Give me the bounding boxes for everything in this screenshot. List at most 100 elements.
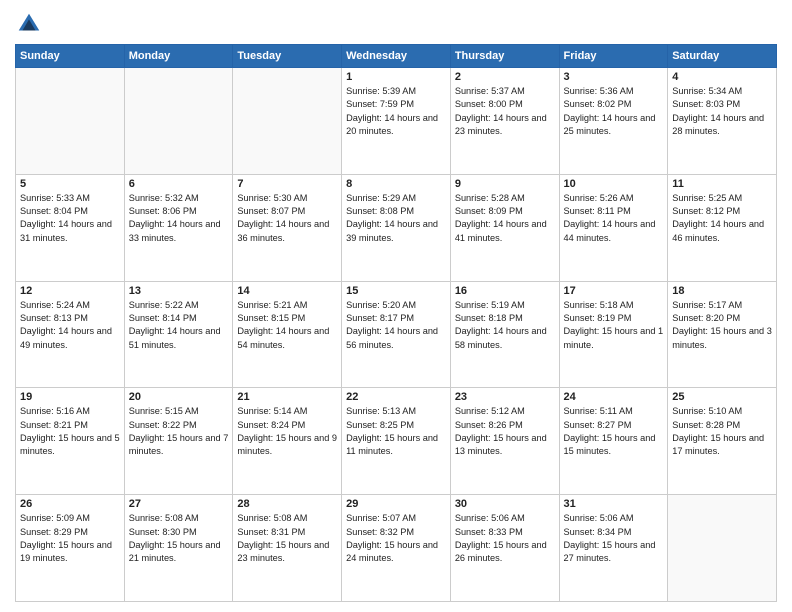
day-cell: 25 Sunrise: 5:10 AMSunset: 8:28 PMDayligh… [668,388,777,495]
day-cell: 18 Sunrise: 5:17 AMSunset: 8:20 PMDayligh… [668,281,777,388]
day-number: 21 [237,391,337,403]
day-info: Sunrise: 5:28 AMSunset: 8:09 PMDaylight:… [455,192,555,245]
day-number: 13 [129,285,229,297]
col-header-thursday: Thursday [450,45,559,68]
day-info: Sunrise: 5:06 AMSunset: 8:33 PMDaylight:… [455,512,555,565]
day-cell: 15Sunrise: 5:20 AMSunset: 8:17 PMDayligh… [342,281,451,388]
day-number: 6 [129,178,229,190]
day-number: 31 [564,498,664,510]
day-info: Sunrise: 5:34 AMSunset: 8:03 PMDaylight:… [672,85,772,138]
day-cell: 22Sunrise: 5:13 AMSunset: 8:25 PMDayligh… [342,388,451,495]
day-cell: 19Sunrise: 5:16 AMSunset: 8:21 PMDayligh… [16,388,125,495]
day-info: Sunrise: 5:21 AMSunset: 8:15 PMDaylight:… [237,299,337,352]
day-cell: 9 Sunrise: 5:28 AMSunset: 8:09 PMDaylight… [450,174,559,281]
day-info: Sunrise: 5:15 AMSunset: 8:22 PMDaylight:… [129,405,229,458]
col-header-wednesday: Wednesday [342,45,451,68]
day-number: 9 [455,178,555,190]
day-info: Sunrise: 5:32 AMSunset: 8:06 PMDaylight:… [129,192,229,245]
page: SundayMondayTuesdayWednesdayThursdayFrid… [0,0,792,612]
day-cell [124,68,233,175]
day-info: Sunrise: 5:20 AMSunset: 8:17 PMDaylight:… [346,299,446,352]
day-cell: 14 Sunrise: 5:21 AMSunset: 8:15 PMDayligh… [233,281,342,388]
week-row-1: 1 Sunrise: 5:39 AMSunset: 7:59 PMDaylight… [16,68,777,175]
day-cell: 4 Sunrise: 5:34 AMSunset: 8:03 PMDaylight… [668,68,777,175]
day-info: Sunrise: 5:17 AMSunset: 8:20 PMDaylight:… [672,299,772,352]
day-info: Sunrise: 5:13 AMSunset: 8:25 PMDaylight:… [346,405,446,458]
day-number: 1 [346,71,446,83]
day-cell: 7 Sunrise: 5:30 AMSunset: 8:07 PMDaylight… [233,174,342,281]
day-cell: 12 Sunrise: 5:24 AMSunset: 8:13 PMDayligh… [16,281,125,388]
day-info: Sunrise: 5:07 AMSunset: 8:32 PMDaylight:… [346,512,446,565]
day-number: 12 [20,285,120,297]
day-number: 29 [346,498,446,510]
day-number: 14 [237,285,337,297]
day-cell: 20 Sunrise: 5:15 AMSunset: 8:22 PMDayligh… [124,388,233,495]
day-cell: 5 Sunrise: 5:33 AMSunset: 8:04 PMDaylight… [16,174,125,281]
day-info: Sunrise: 5:14 AMSunset: 8:24 PMDaylight:… [237,405,337,458]
day-cell: 11 Sunrise: 5:25 AMSunset: 8:12 PMDayligh… [668,174,777,281]
day-cell: 30Sunrise: 5:06 AMSunset: 8:33 PMDayligh… [450,495,559,602]
day-info: Sunrise: 5:29 AMSunset: 8:08 PMDaylight:… [346,192,446,245]
day-cell: 2Sunrise: 5:37 AMSunset: 8:00 PMDaylight… [450,68,559,175]
day-number: 8 [346,178,446,190]
day-cell: 29 Sunrise: 5:07 AMSunset: 8:32 PMDayligh… [342,495,451,602]
day-number: 27 [129,498,229,510]
week-row-4: 19Sunrise: 5:16 AMSunset: 8:21 PMDayligh… [16,388,777,495]
day-number: 17 [564,285,664,297]
day-number: 25 [672,391,772,403]
col-header-friday: Friday [559,45,668,68]
col-header-tuesday: Tuesday [233,45,342,68]
calendar-header: SundayMondayTuesdayWednesdayThursdayFrid… [16,45,777,68]
day-number: 11 [672,178,772,190]
logo-icon [15,10,43,38]
day-cell: 16Sunrise: 5:19 AMSunset: 8:18 PMDayligh… [450,281,559,388]
calendar-table: SundayMondayTuesdayWednesdayThursdayFrid… [15,44,777,602]
day-cell: 8 Sunrise: 5:29 AMSunset: 8:08 PMDaylight… [342,174,451,281]
day-number: 7 [237,178,337,190]
week-row-2: 5 Sunrise: 5:33 AMSunset: 8:04 PMDaylight… [16,174,777,281]
day-cell: 13Sunrise: 5:22 AMSunset: 8:14 PMDayligh… [124,281,233,388]
day-cell [16,68,125,175]
week-row-3: 12 Sunrise: 5:24 AMSunset: 8:13 PMDayligh… [16,281,777,388]
day-cell: 23Sunrise: 5:12 AMSunset: 8:26 PMDayligh… [450,388,559,495]
week-row-5: 26Sunrise: 5:09 AMSunset: 8:29 PMDayligh… [16,495,777,602]
day-info: Sunrise: 5:37 AMSunset: 8:00 PMDaylight:… [455,85,555,138]
day-cell: 3Sunrise: 5:36 AMSunset: 8:02 PMDaylight… [559,68,668,175]
day-number: 18 [672,285,772,297]
header-row: SundayMondayTuesdayWednesdayThursdayFrid… [16,45,777,68]
day-info: Sunrise: 5:26 AMSunset: 8:11 PMDaylight:… [564,192,664,245]
day-info: Sunrise: 5:09 AMSunset: 8:29 PMDaylight:… [20,512,120,565]
col-header-sunday: Sunday [16,45,125,68]
day-number: 4 [672,71,772,83]
day-cell: 10 Sunrise: 5:26 AMSunset: 8:11 PMDayligh… [559,174,668,281]
day-cell: 27 Sunrise: 5:08 AMSunset: 8:30 PMDayligh… [124,495,233,602]
day-info: Sunrise: 5:08 AMSunset: 8:31 PMDaylight:… [237,512,337,565]
day-info: Sunrise: 5:11 AMSunset: 8:27 PMDaylight:… [564,405,664,458]
day-info: Sunrise: 5:25 AMSunset: 8:12 PMDaylight:… [672,192,772,245]
day-info: Sunrise: 5:10 AMSunset: 8:28 PMDaylight:… [672,405,772,458]
day-info: Sunrise: 5:16 AMSunset: 8:21 PMDaylight:… [20,405,120,458]
day-info: Sunrise: 5:30 AMSunset: 8:07 PMDaylight:… [237,192,337,245]
day-info: Sunrise: 5:39 AMSunset: 7:59 PMDaylight:… [346,85,446,138]
day-cell: 6 Sunrise: 5:32 AMSunset: 8:06 PMDaylight… [124,174,233,281]
day-number: 28 [237,498,337,510]
day-number: 24 [564,391,664,403]
header [15,10,777,38]
day-info: Sunrise: 5:12 AMSunset: 8:26 PMDaylight:… [455,405,555,458]
day-info: Sunrise: 5:18 AMSunset: 8:19 PMDaylight:… [564,299,664,352]
day-info: Sunrise: 5:08 AMSunset: 8:30 PMDaylight:… [129,512,229,565]
day-number: 10 [564,178,664,190]
day-cell: 1 Sunrise: 5:39 AMSunset: 7:59 PMDaylight… [342,68,451,175]
day-info: Sunrise: 5:33 AMSunset: 8:04 PMDaylight:… [20,192,120,245]
day-info: Sunrise: 5:36 AMSunset: 8:02 PMDaylight:… [564,85,664,138]
day-number: 5 [20,178,120,190]
day-cell [668,495,777,602]
day-cell: 24 Sunrise: 5:11 AMSunset: 8:27 PMDayligh… [559,388,668,495]
day-cell: 17 Sunrise: 5:18 AMSunset: 8:19 PMDayligh… [559,281,668,388]
day-info: Sunrise: 5:24 AMSunset: 8:13 PMDaylight:… [20,299,120,352]
col-header-saturday: Saturday [668,45,777,68]
calendar-body: 1 Sunrise: 5:39 AMSunset: 7:59 PMDaylight… [16,68,777,602]
day-cell: 28 Sunrise: 5:08 AMSunset: 8:31 PMDayligh… [233,495,342,602]
day-number: 20 [129,391,229,403]
logo [15,10,47,38]
